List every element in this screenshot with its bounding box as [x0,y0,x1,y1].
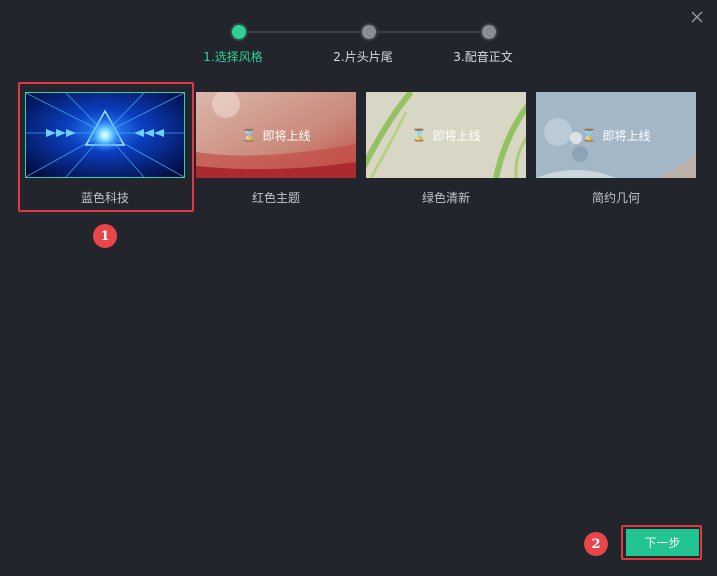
step-connector [245,31,363,33]
step-label-1[interactable]: 1.选择风格 [203,48,262,65]
coming-soon-label: 即将上线 [262,128,311,143]
coming-soon-overlay: ⌛ 即将上线 [366,92,526,178]
step-label-2[interactable]: 2.片头片尾 [333,48,392,65]
style-card-red-theme[interactable]: ⌛ 即将上线 红色主题 [196,92,356,206]
coming-soon-overlay: ⌛ 即将上线 [536,92,696,178]
coming-soon-overlay: ⌛ 即将上线 [196,92,356,178]
style-card-green-fresh[interactable]: ⌛ 即将上线 绿色清新 [366,92,526,206]
style-name: 简约几何 [591,191,640,205]
style-thumbnail: ⌛ 即将上线 [196,92,356,178]
step-dot-3[interactable] [482,25,496,39]
coming-soon-label: 即将上线 [602,128,651,143]
next-button[interactable]: 下一步 [626,529,699,556]
step-dot-2[interactable] [362,25,376,39]
style-thumbnail: ⌛ 即将上线 [366,92,526,178]
step-connector [375,31,482,33]
hourglass-icon: ⌛ [241,128,257,142]
style-name: 红色主题 [251,191,300,205]
style-thumbnail: ⌛ 即将上线 [536,92,696,178]
coming-soon-label: 即将上线 [432,128,481,143]
hourglass-icon: ⌛ [411,128,427,142]
stepper: 1.选择风格 2.片头片尾 3.配音正文 [0,0,717,70]
step-badge-1: 1 [93,224,117,248]
style-name: 绿色清新 [421,191,470,205]
hourglass-icon: ⌛ [581,128,597,142]
highlight-selected-style [18,82,194,212]
style-card-simple-geometry[interactable]: ⌛ 即将上线 简约几何 [536,92,696,206]
step-badge-2: 2 [584,532,608,556]
step-dot-1[interactable] [232,25,246,39]
step-label-3[interactable]: 3.配音正文 [453,48,512,65]
